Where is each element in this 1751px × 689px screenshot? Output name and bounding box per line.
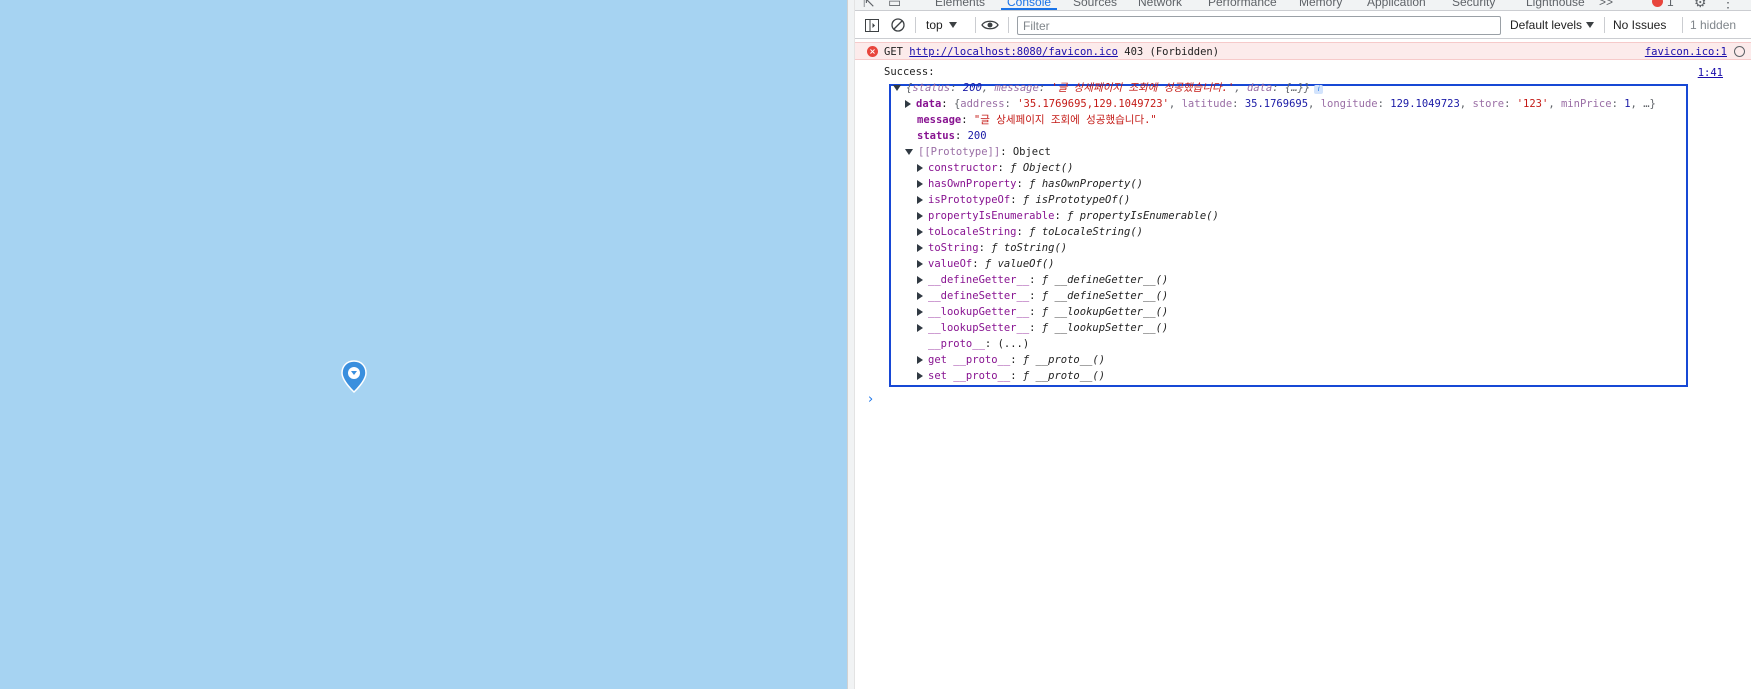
tab-sources[interactable]: Sources [1073,0,1117,9]
filter-input[interactable] [1017,16,1501,35]
expand-arrow-icon[interactable] [917,228,923,236]
prototype-member-row[interactable]: valueOf: ƒ valueOf() [917,256,1054,272]
expand-arrow-icon[interactable] [917,244,923,252]
inspect-element-icon[interactable]: ⇱ [863,0,875,10]
clear-console-icon[interactable] [891,11,905,39]
error-text: GET http://localhost:8080/favicon.ico 40… [884,46,1219,58]
error-source-link[interactable]: favicon.ico:1 [1645,46,1727,58]
prototype-member-row[interactable]: hasOwnProperty: ƒ hasOwnProperty() [917,176,1143,192]
expand-arrow-icon[interactable] [905,149,913,155]
device-toolbar-icon[interactable]: ▭ [888,0,901,10]
error-count-icon[interactable] [1652,0,1663,7]
expand-arrow-icon[interactable] [917,372,923,380]
toolbar-separator [915,17,916,33]
devtools-tabbar: ⇱ ▭ Elements Console Sources Network Per… [855,0,1751,11]
hidden-count: 1 hidden [1690,18,1737,32]
context-selector[interactable]: top [926,11,957,39]
issues-button[interactable]: No Issues [1613,11,1666,39]
expand-arrow-icon[interactable] [917,260,923,268]
map-marker-icon[interactable] [341,360,367,393]
prototype-member-row[interactable]: __defineGetter__: ƒ __defineGetter__() [917,272,1168,288]
proto-setter-row[interactable]: set __proto__: ƒ __proto__() [917,368,1105,384]
prototype-member-row[interactable]: __defineSetter__: ƒ __defineSetter__() [917,288,1168,304]
status-property-row: status: 200 [917,130,987,142]
error-message-row: × GET http://localhost:8080/favicon.ico … [855,42,1751,60]
prototype-member-row[interactable]: toString: ƒ toString() [917,240,1067,256]
error-icon: × [867,46,878,57]
toolbar-separator [1008,17,1009,33]
network-globe-icon[interactable] [1734,46,1745,57]
tab-memory[interactable]: Memory [1299,0,1342,9]
error-status: 403 (Forbidden) [1124,46,1220,58]
expand-arrow-icon[interactable] [917,164,923,172]
data-property-row[interactable]: data: {address: '35.1769695,129.1049723'… [905,96,1656,112]
toolbar-separator [1604,17,1605,33]
expand-arrow-icon[interactable] [917,276,923,284]
prototype-member-row[interactable]: __lookupSetter__: ƒ __lookupSetter__() [917,320,1168,336]
tab-elements[interactable]: Elements [935,0,985,9]
info-icon[interactable]: i [1314,85,1324,94]
expand-arrow-icon[interactable] [917,308,923,316]
more-tabs-button[interactable]: >> [1599,0,1613,9]
tab-security[interactable]: Security [1452,0,1495,9]
object-summary[interactable]: {status: 200, message: '글 상세페이지 조회에 성공했습… [893,80,1324,96]
chevron-down-icon [1586,22,1595,28]
toolbar-separator [975,17,976,33]
tab-network[interactable]: Network [1138,0,1182,9]
prototype-member-row[interactable]: __lookupGetter__: ƒ __lookupGetter__() [917,304,1168,320]
console-prompt-icon[interactable]: › [868,392,873,407]
proto-accessor-row[interactable]: __proto__: (...) [917,336,1029,352]
pane-divider[interactable] [847,0,855,689]
live-expression-eye-icon[interactable] [981,11,999,39]
devtools-panel: ⇱ ▭ Elements Console Sources Network Per… [855,0,1751,689]
expand-arrow-icon[interactable] [905,100,911,108]
prototype-member-row[interactable]: propertyIsEnumerable: ƒ propertyIsEnumer… [917,208,1219,224]
console-output: × GET http://localhost:8080/favicon.ico … [855,40,1751,689]
tab-performance[interactable]: Performance [1208,0,1277,9]
console-toolbar: top Default levels No Issues 1 hidden [855,11,1751,39]
error-count[interactable]: 1 [1667,0,1674,9]
message-property-row: message: "글 상세페이지 조회에 성공했습니다." [917,114,1157,126]
prototype-member-row[interactable]: toLocaleString: ƒ toLocaleString() [917,224,1143,240]
toolbar-separator [1682,17,1683,33]
more-options-icon[interactable]: ⋮ [1721,0,1735,10]
expand-arrow-icon[interactable] [917,212,923,220]
error-url-link[interactable]: http://localhost:8080/favicon.ico [909,46,1118,58]
expand-arrow-icon[interactable] [917,196,923,204]
prototype-member-row[interactable]: isPrototypeOf: ƒ isPrototypeOf() [917,192,1130,208]
tab-console[interactable]: Console [1000,0,1058,10]
log-levels-dropdown[interactable]: Default levels [1510,11,1595,39]
expand-arrow-icon[interactable] [893,85,901,91]
proto-getter-row[interactable]: get __proto__: ƒ __proto__() [917,352,1105,368]
log-source-link[interactable]: 1:41 [1698,67,1723,79]
chevron-down-icon [948,22,957,28]
settings-gear-icon[interactable]: ⚙ [1694,0,1707,10]
expand-arrow-icon[interactable] [917,180,923,188]
log-levels-label: Default levels [1510,18,1583,32]
map-canvas[interactable] [0,0,847,689]
expand-arrow-icon[interactable] [917,324,923,332]
expand-arrow-icon[interactable] [917,292,923,300]
expand-arrow-icon[interactable] [917,356,923,364]
request-method: GET [884,46,903,58]
prototype-member-row[interactable]: constructor: ƒ Object() [917,160,1073,176]
context-label: top [926,18,943,32]
tab-application[interactable]: Application [1367,0,1426,9]
sidebar-toggle-icon[interactable] [865,11,879,39]
prototype-row[interactable]: [[Prototype]]: Object [905,144,1051,160]
tab-lighthouse[interactable]: Lighthouse [1526,0,1585,9]
log-label: Success: [884,66,935,78]
